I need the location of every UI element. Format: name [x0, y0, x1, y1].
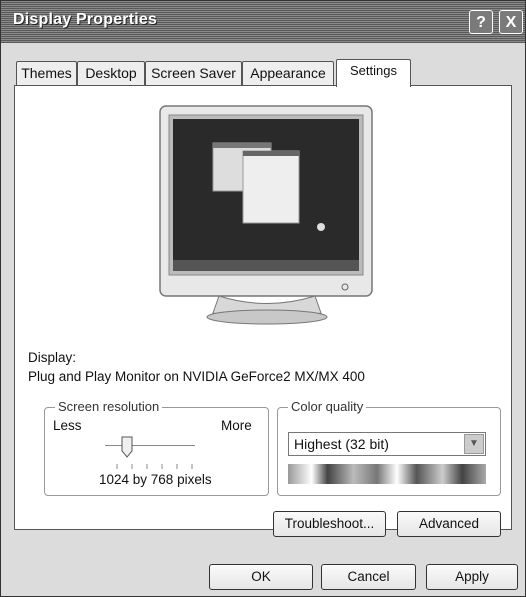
- settings-panel: Display: Plug and Play Monitor on NVIDIA…: [14, 85, 512, 537]
- chevron-down-icon[interactable]: ▼: [464, 434, 484, 454]
- apply-button[interactable]: Apply: [426, 564, 518, 590]
- cancel-button[interactable]: Cancel: [321, 564, 416, 590]
- display-label: Display:: [28, 350, 77, 365]
- color-quality-value: Highest (32 bit): [294, 436, 389, 452]
- monitor-name: Plug and Play Monitor on NVIDIA GeForce2…: [28, 369, 365, 384]
- resolution-slider-track[interactable]: [105, 445, 195, 447]
- tab-themes[interactable]: Themes: [16, 61, 77, 85]
- slider-ticks: [116, 464, 193, 469]
- tab-screen-saver[interactable]: Screen Saver: [145, 61, 242, 85]
- resolution-less-label: Less: [53, 418, 82, 433]
- advanced-button[interactable]: Advanced: [397, 511, 501, 537]
- troubleshoot-button[interactable]: Troubleshoot...: [273, 511, 386, 537]
- resolution-slider-thumb[interactable]: [121, 436, 133, 458]
- tab-desktop[interactable]: Desktop: [77, 61, 145, 85]
- help-button[interactable]: ?: [469, 10, 493, 34]
- monitor-image: [159, 105, 373, 325]
- monitor-preview: [159, 105, 375, 327]
- tab-appearance[interactable]: Appearance: [242, 61, 334, 85]
- screen-resolution-legend: Screen resolution: [55, 399, 163, 414]
- close-button[interactable]: X: [499, 10, 523, 34]
- color-gradient-bar: [288, 464, 486, 484]
- window-title: Display Properties: [13, 11, 158, 28]
- screen-resolution-group: Screen resolution Less More 1024 by 768 …: [44, 399, 269, 496]
- color-quality-select[interactable]: Highest (32 bit) ▼: [288, 432, 486, 456]
- resolution-more-label: More: [221, 418, 252, 433]
- color-quality-group: Color quality Highest (32 bit) ▼: [277, 399, 501, 496]
- title-bar[interactable]: Display Properties ? X: [1, 1, 525, 43]
- tab-settings[interactable]: Settings: [336, 59, 411, 87]
- resolution-value: 1024 by 768 pixels: [99, 472, 212, 487]
- ok-button[interactable]: OK: [209, 564, 313, 590]
- display-properties-window: Display Properties ? X Themes Desktop Sc…: [0, 0, 526, 597]
- color-quality-legend: Color quality: [288, 399, 367, 414]
